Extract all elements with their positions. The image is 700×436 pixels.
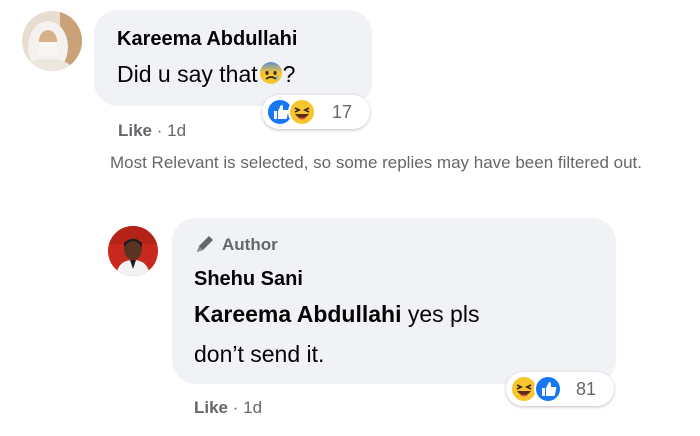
separator: · bbox=[156, 121, 163, 140]
reply-text-line2: don’t send it. bbox=[194, 341, 325, 367]
reply-text-line1: Kareema Abdullahi yes pls bbox=[194, 301, 479, 328]
avatar-image bbox=[108, 226, 158, 276]
comment-reactions[interactable]: 17 bbox=[262, 95, 370, 129]
avatar-image bbox=[22, 11, 82, 71]
reply-like-link[interactable]: Like bbox=[194, 398, 228, 417]
like-icon bbox=[534, 375, 562, 408]
reply-reactions[interactable]: 81 bbox=[506, 372, 614, 406]
reply-bubble: Author Shehu Sani Kareema Abdullahi yes … bbox=[172, 218, 616, 384]
comment-text-suffix: ? bbox=[282, 61, 296, 87]
comment-author-name[interactable]: Kareema Abdullahi bbox=[117, 28, 297, 51]
reply-author-name[interactable]: Shehu Sani bbox=[194, 268, 303, 291]
anxious-face-emoji-icon bbox=[259, 61, 283, 85]
haha-icon bbox=[288, 98, 316, 131]
comment-text-body: Did u say that bbox=[117, 61, 258, 87]
reply-reaction-count: 81 bbox=[576, 379, 597, 399]
comment-actions: Like · 1d bbox=[118, 121, 186, 141]
comment-text: Did u say that ? bbox=[117, 61, 295, 88]
author-badge: Author bbox=[222, 235, 278, 254]
comment-timestamp[interactable]: 1d bbox=[167, 121, 186, 140]
avatar[interactable] bbox=[22, 11, 82, 71]
filter-notice: Most Relevant is selected, so some repli… bbox=[110, 153, 642, 172]
reply-actions: Like · 1d bbox=[194, 398, 262, 418]
comment-bubble: Kareema Abdullahi Did u say that ? bbox=[94, 10, 372, 106]
reply-timestamp[interactable]: 1d bbox=[243, 398, 262, 417]
reply-text-body: yes pls bbox=[407, 301, 480, 327]
comment-like-link[interactable]: Like bbox=[118, 121, 152, 140]
reply-mention[interactable]: Kareema Abdullahi bbox=[194, 301, 401, 327]
separator: · bbox=[232, 398, 239, 417]
comment-reaction-count: 17 bbox=[332, 102, 353, 122]
pencil-icon bbox=[194, 233, 216, 260]
avatar[interactable] bbox=[108, 226, 158, 276]
